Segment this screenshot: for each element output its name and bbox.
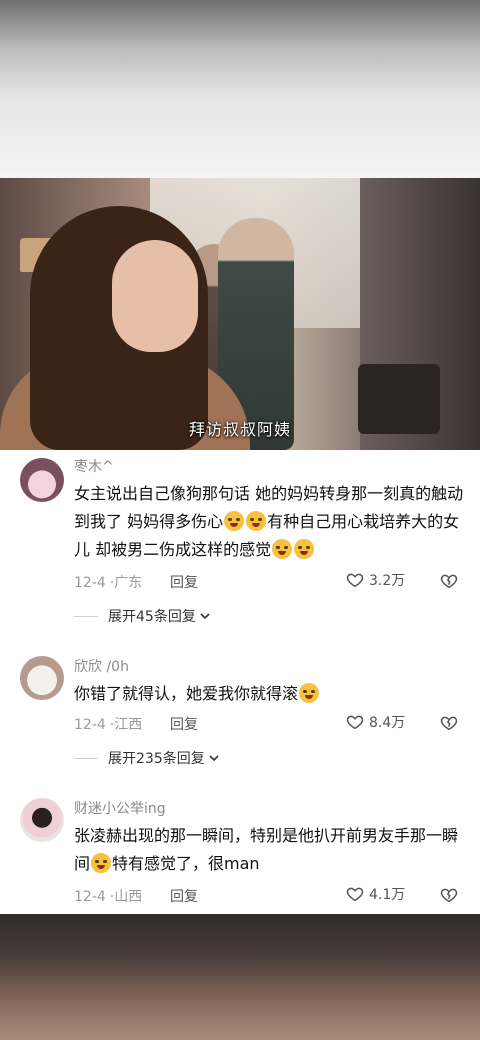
like-button[interactable]: 8.4万	[346, 712, 405, 732]
comment-meta: 12-4 ·江西	[74, 717, 143, 733]
laughing-emoji-icon	[299, 683, 320, 703]
avatar[interactable]	[20, 458, 64, 502]
bottom-blur-background	[0, 914, 480, 1040]
comment-text: 你错了就得认，她爱我你就得滚	[74, 680, 466, 708]
heart-outline-icon	[346, 573, 364, 588]
flushed-emoji-icon	[91, 853, 112, 873]
chevron-down-icon	[200, 613, 210, 620]
avatar[interactable]	[20, 656, 64, 700]
reply-button[interactable]: 回复	[170, 886, 198, 906]
top-blur-background	[0, 0, 480, 178]
expand-replies-label: 展开235条回复	[108, 751, 205, 767]
broken-heart-icon[interactable]	[440, 572, 458, 590]
comment-date: 12-4	[74, 717, 106, 733]
video-frame[interactable]: 拜访叔叔阿姨	[0, 178, 480, 450]
broken-heart-icon[interactable]	[440, 714, 458, 732]
comment-date: 12-4	[74, 575, 106, 591]
like-count: 3.2万	[369, 573, 406, 589]
expand-divider	[74, 757, 98, 759]
video-subtitle: 拜访叔叔阿姨	[188, 420, 291, 439]
comment-meta: 12-4 ·广东	[74, 575, 143, 591]
like-button[interactable]: 4.1万	[346, 884, 405, 904]
crying-emoji-icon	[224, 511, 245, 531]
expand-replies-button[interactable]: 展开235条回复	[74, 748, 219, 768]
comment-text-part: 你错了就得认，她爱我你就得滚	[74, 684, 299, 703]
like-count: 8.4万	[369, 715, 406, 731]
like-button[interactable]: 3.2万	[346, 570, 405, 590]
crying-emoji-icon	[294, 539, 315, 559]
comment-location: 广东	[114, 575, 143, 591]
expand-replies-label: 展开45条回复	[108, 609, 196, 625]
like-count: 4.1万	[369, 887, 406, 903]
avatar[interactable]	[20, 798, 64, 842]
comment-text: 女主说出自己像狗那句话 她的妈妈转身那一刻真的触动到我了 妈妈得多伤心 有种自己用…	[74, 480, 466, 564]
comment-list: 枣木^ 女主说出自己像狗那句话 她的妈妈转身那一刻真的触动到我了 妈妈得多伤心有…	[0, 450, 480, 914]
reply-button[interactable]: 回复	[170, 714, 198, 734]
crying-emoji-icon	[246, 511, 267, 531]
expand-divider	[74, 615, 98, 617]
chevron-down-icon	[209, 755, 219, 762]
comment-location: 江西	[114, 717, 143, 733]
video-person-main-face	[112, 240, 198, 352]
comment-text-part: 特有感觉了，很man	[112, 854, 260, 873]
broken-heart-icon[interactable]	[440, 886, 458, 904]
reply-button[interactable]: 回复	[170, 572, 198, 592]
comment-text: 张凌赫出现的那一瞬间，特别是他扒开前男友手那一瞬间 特有感觉了，很man	[74, 822, 466, 878]
comment-username[interactable]: 财迷小公举ing	[74, 798, 166, 818]
heart-outline-icon	[346, 715, 364, 730]
comment-date: 12-4	[74, 889, 106, 905]
crying-emoji-icon	[272, 539, 293, 559]
comment-username[interactable]: 枣木^	[74, 456, 114, 476]
comment-meta: 12-4 ·山西	[74, 889, 143, 905]
comment-location: 山西	[114, 889, 143, 905]
heart-outline-icon	[346, 887, 364, 902]
expand-replies-button[interactable]: 展开45条回复	[74, 606, 210, 626]
comment-username[interactable]: 欣欣 /0h	[74, 656, 129, 676]
